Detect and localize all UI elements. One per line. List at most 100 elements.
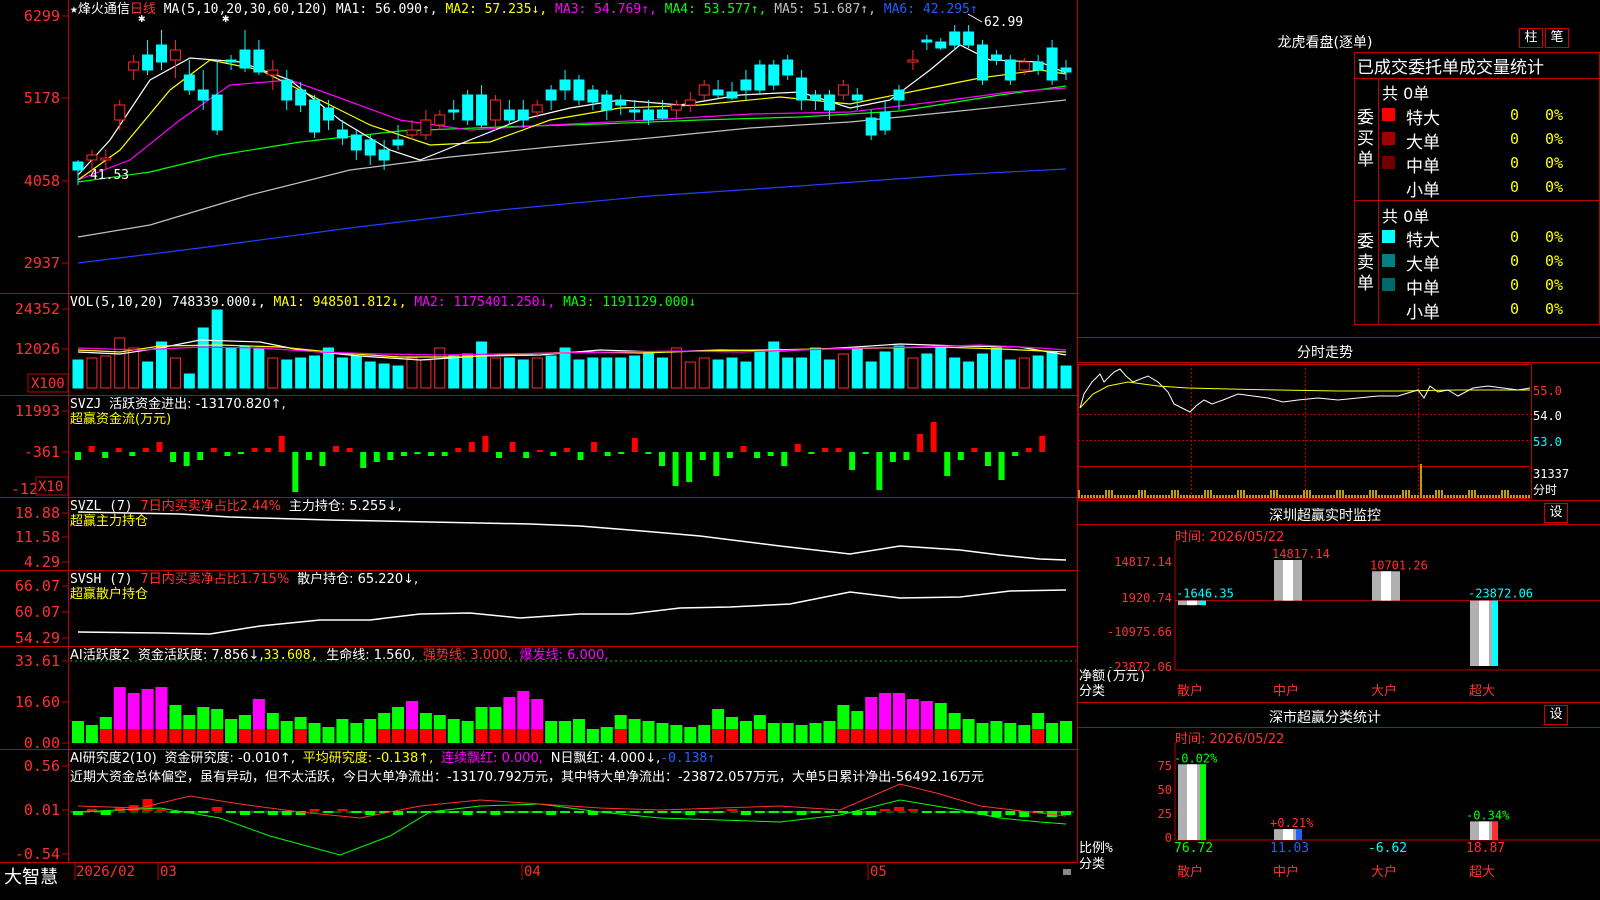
sz-monitor-bar bbox=[1470, 600, 1498, 666]
research-bar bbox=[448, 811, 459, 813]
research-bar bbox=[1061, 811, 1071, 815]
activity-bar-base bbox=[893, 729, 906, 743]
favorite-star-icon[interactable]: ★ bbox=[70, 2, 78, 17]
intraday-volume-bar bbox=[1474, 490, 1476, 498]
fund-flow-bar bbox=[577, 452, 584, 460]
intraday-volume-bar bbox=[1189, 495, 1191, 498]
order-volume: 0 bbox=[1510, 130, 1520, 148]
intraday-volume-bar bbox=[1396, 495, 1398, 498]
volume-bar bbox=[990, 347, 1002, 389]
activity-bar bbox=[628, 719, 641, 743]
intraday-volume-bar bbox=[1513, 495, 1515, 498]
sz-class-ratio-label: 18.87 bbox=[1466, 841, 1505, 856]
sz-monitor-settings-button[interactable]: 设 bbox=[1544, 503, 1568, 523]
candle-body bbox=[476, 94, 488, 126]
candle-body bbox=[142, 54, 154, 71]
period-label[interactable]: 日线 bbox=[130, 2, 156, 17]
order-percent: 0% bbox=[1545, 276, 1564, 294]
svzl-ratio: 7日内买卖净占比2.44% bbox=[140, 499, 282, 514]
stock-name[interactable]: 烽火通信 bbox=[78, 2, 130, 17]
sz-class-bars: -0.02% 76.72 散户 +0.21% 11.03 中户 -6.62 大户 -0.34% 1… bbox=[1174, 751, 1510, 880]
volume-bar bbox=[963, 361, 975, 389]
intraday-volume-bar bbox=[1090, 495, 1092, 498]
candle-body bbox=[643, 109, 655, 121]
fund-flow-bar bbox=[387, 452, 394, 460]
intraday-volume-bar bbox=[1504, 490, 1506, 498]
category-label: 散户 bbox=[1177, 683, 1203, 699]
candle-body bbox=[893, 89, 905, 101]
ai2-axis-label: 0.01 bbox=[24, 801, 60, 819]
bar-highlight bbox=[1283, 560, 1293, 601]
volume-bar bbox=[142, 361, 154, 389]
intraday-chart[interactable]: 55.0 54.0 53.0 31337 分时 bbox=[1078, 364, 1600, 500]
fund-flow-bar bbox=[984, 452, 991, 466]
activity-bar bbox=[642, 721, 655, 743]
intraday-volume-bar bbox=[1444, 495, 1446, 498]
fund-flow-bar bbox=[156, 442, 163, 452]
intraday-volume-bar bbox=[1501, 490, 1503, 498]
sz-monitor-xlabel: 分类 bbox=[1079, 684, 1105, 699]
candle-body bbox=[406, 129, 418, 136]
order-row: 小单 0 0% bbox=[1380, 298, 1600, 323]
activity-bar-base bbox=[211, 729, 224, 743]
candle-body bbox=[462, 94, 474, 121]
activity-bar bbox=[586, 729, 599, 743]
sz-monitor-axis-label: 14817.14 bbox=[1114, 555, 1172, 569]
bar-edge bbox=[1492, 821, 1498, 840]
fund-flow-bar bbox=[835, 448, 842, 452]
ai1-title: AI活跃度2 bbox=[70, 648, 130, 663]
candle-body bbox=[253, 49, 265, 73]
candle-body bbox=[281, 79, 293, 101]
sz-monitor-axis-label: 1920.74 bbox=[1121, 591, 1172, 605]
sz-class-change-label: +0.21% bbox=[1270, 816, 1314, 830]
intraday-volume-bar bbox=[1129, 495, 1131, 498]
bar-edge bbox=[1200, 600, 1206, 606]
intraday-volume-bar bbox=[1213, 495, 1215, 498]
volume-bar bbox=[837, 353, 849, 389]
intraday-volume-bar bbox=[1366, 495, 1368, 498]
intraday-volume-bar bbox=[1081, 495, 1083, 498]
candle-body bbox=[322, 107, 334, 121]
intraday-volume-bar bbox=[1309, 490, 1311, 498]
volume-bar bbox=[225, 347, 237, 389]
fund-flow-bar bbox=[441, 452, 448, 456]
sz-class-settings-button[interactable]: 设 bbox=[1544, 705, 1568, 725]
fund-flow-bar bbox=[944, 452, 951, 476]
research-bar bbox=[351, 811, 362, 813]
bar-mode-button[interactable]: 柱 bbox=[1519, 28, 1543, 48]
sz-class-title: 深市超赢分类统计 bbox=[1269, 710, 1381, 726]
research-bar bbox=[907, 809, 918, 811]
intraday-volume-bar bbox=[1132, 495, 1134, 498]
svzl-subtitle: 超赢主力持仓 bbox=[70, 514, 149, 529]
fund-flow-bar bbox=[550, 452, 557, 456]
fund-flow-bar bbox=[1012, 452, 1019, 456]
svsh-header: SVSH (7) 7日内买卖净占比1.715% 散户持仓: 65.220↓, bbox=[70, 572, 418, 587]
tick-mode-button[interactable]: 笔 bbox=[1545, 28, 1569, 48]
volume-bar bbox=[587, 357, 599, 389]
volume-bar bbox=[267, 357, 279, 389]
order-percent: 0% bbox=[1545, 252, 1564, 270]
intraday-volume-bar bbox=[1324, 495, 1326, 498]
vol-axis-label: 12026 bbox=[15, 340, 60, 358]
intraday-volume-bar bbox=[1231, 495, 1233, 498]
ma3-value: MA3: 54.769↑, bbox=[555, 2, 657, 17]
order-type-label: 小单 bbox=[1406, 303, 1440, 323]
volume-bar bbox=[392, 365, 404, 389]
order-volume: 0 bbox=[1510, 300, 1520, 318]
intraday-volume-bar bbox=[1483, 495, 1485, 498]
volume-bar bbox=[698, 357, 710, 389]
order-percent: 0% bbox=[1545, 178, 1564, 196]
volume-bar bbox=[253, 347, 265, 389]
fund-flow-bar bbox=[346, 448, 353, 452]
ai2-axis-label: 0.56 bbox=[24, 757, 60, 775]
order-percent: 0% bbox=[1545, 154, 1564, 172]
volume-bar bbox=[684, 361, 696, 389]
volume-bar bbox=[309, 355, 321, 389]
fund-flow-bar bbox=[75, 452, 81, 460]
activity-bar bbox=[308, 723, 321, 743]
candle-body bbox=[796, 77, 808, 101]
candle-body bbox=[378, 149, 390, 161]
volume-bar bbox=[1018, 357, 1030, 389]
activity-bar-base bbox=[266, 729, 279, 743]
intraday-volume-bar bbox=[1312, 495, 1314, 498]
